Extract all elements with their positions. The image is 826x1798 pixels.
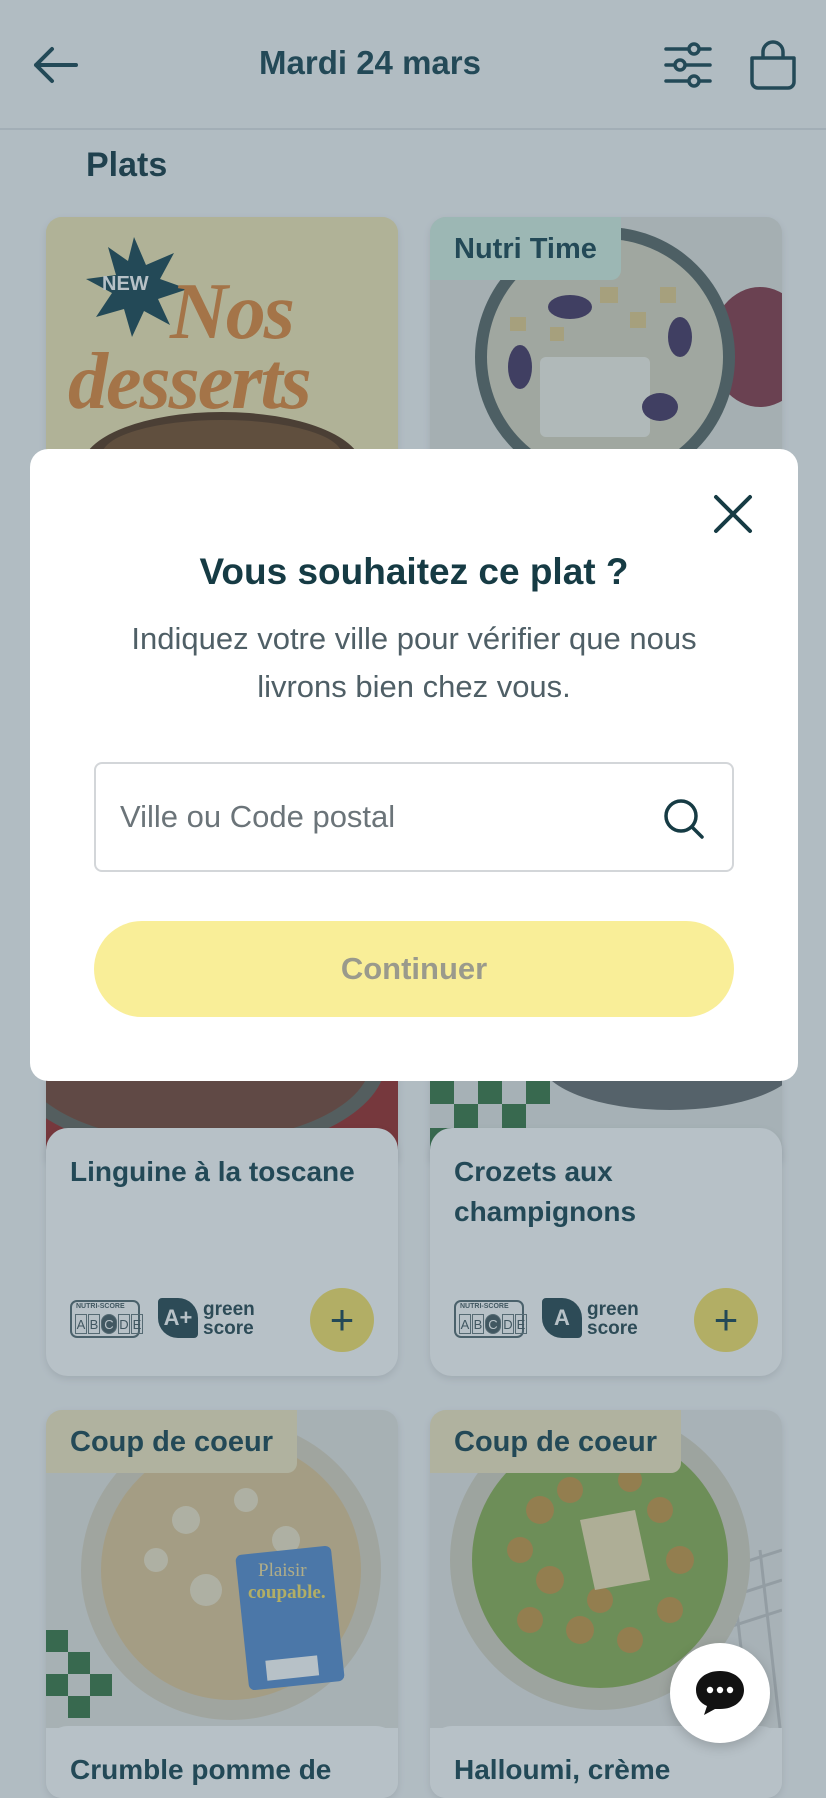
city-search-field[interactable] — [94, 762, 734, 872]
continue-button[interactable]: Continuer — [94, 921, 734, 1017]
chat-button[interactable] — [670, 1643, 770, 1743]
modal-title: Vous souhaitez ce plat ? — [199, 551, 629, 592]
modal-description: Indiquez votre ville pour vérifier que n… — [131, 621, 697, 704]
search-icon[interactable] — [662, 797, 706, 841]
close-icon — [714, 495, 752, 533]
chat-icon — [696, 1671, 744, 1715]
city-check-modal: Vous souhaitez ce plat ? Indiquez votre … — [30, 449, 798, 1081]
city-search-input[interactable] — [120, 764, 660, 870]
close-button[interactable] — [708, 489, 758, 539]
